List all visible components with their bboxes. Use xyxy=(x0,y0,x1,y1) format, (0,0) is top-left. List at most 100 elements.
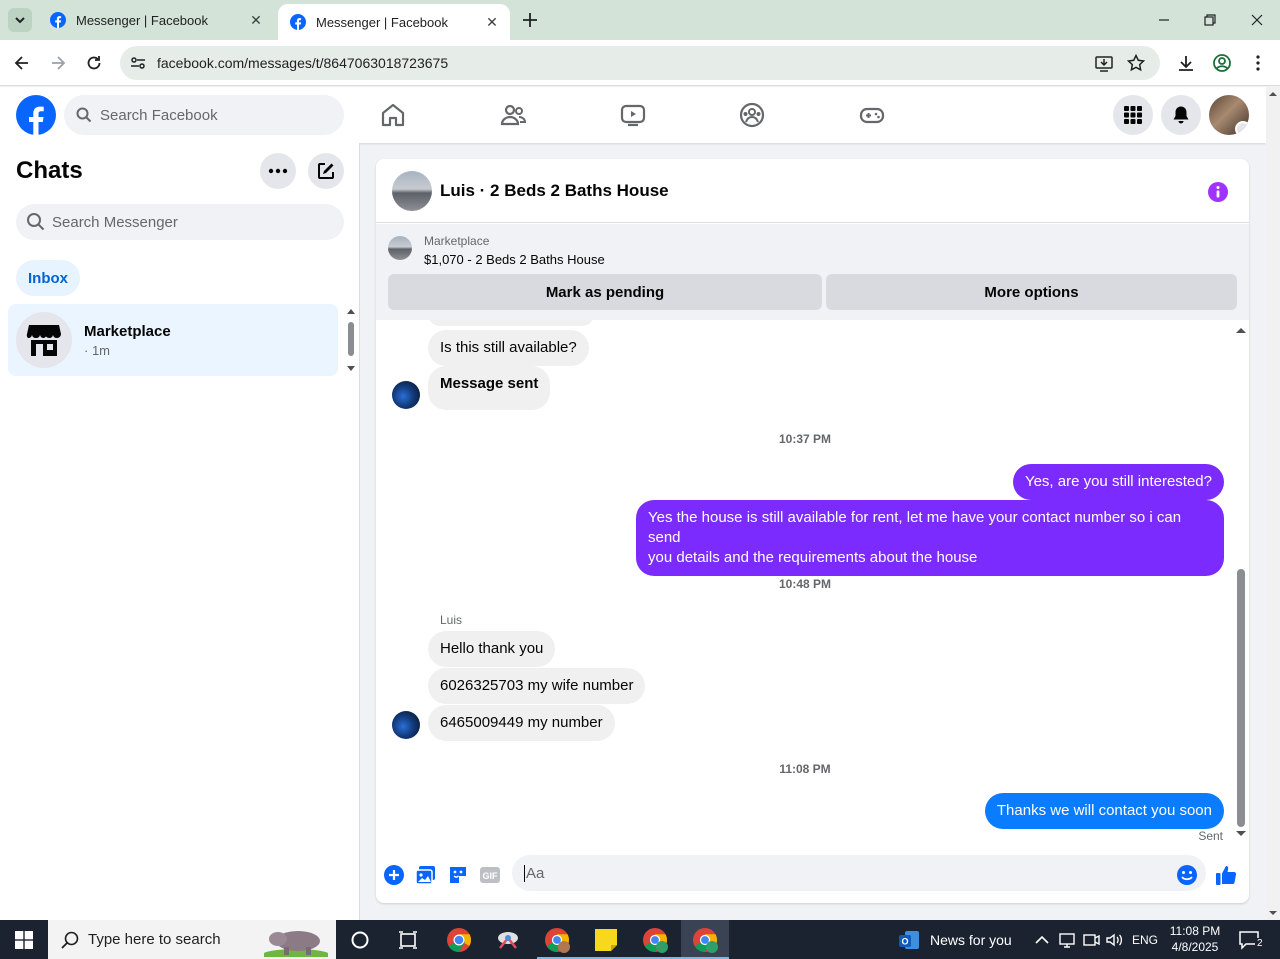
new-message-button[interactable] xyxy=(308,153,344,189)
chat-timestamp: · 1m xyxy=(84,342,110,358)
chat-options-button[interactable] xyxy=(260,153,296,189)
message-thread: Is this still available? Message sent 10… xyxy=(376,320,1249,842)
sticker-icon[interactable] xyxy=(447,864,469,886)
restore-icon[interactable] xyxy=(1200,10,1220,30)
attach-image-icon[interactable] xyxy=(415,864,437,886)
chrome-profile-icon[interactable] xyxy=(543,926,571,954)
menu-grid-button[interactable] xyxy=(1113,95,1153,135)
info-icon[interactable] xyxy=(1207,181,1229,203)
news-widget-label[interactable]: News for you xyxy=(930,932,1012,948)
listing-thumbnail[interactable] xyxy=(388,236,412,260)
meet-now-icon[interactable] xyxy=(1081,930,1101,950)
friends-icon[interactable] xyxy=(499,101,527,129)
gif-icon[interactable]: GIF xyxy=(479,864,501,886)
clock-date: 4/8/2025 xyxy=(1171,940,1219,954)
bookmark-star-icon[interactable] xyxy=(1126,53,1146,73)
system-clock[interactable]: 11:08 PM 4/8/2025 xyxy=(1162,923,1228,955)
start-button[interactable] xyxy=(0,920,48,959)
timestamp: 11:08 PM xyxy=(779,762,831,776)
facebook-top-nav: Search Facebook xyxy=(0,87,1266,143)
more-options-button[interactable]: More options xyxy=(826,274,1237,310)
chrome-icon[interactable] xyxy=(445,926,473,954)
url-text: facebook.com/messages/t/8647063018723675 xyxy=(157,55,449,71)
mark-as-pending-button[interactable]: Mark as pending xyxy=(388,274,822,310)
page-scrollbar[interactable] xyxy=(1266,87,1280,920)
chat-list-item[interactable]: Marketplace · 1m xyxy=(8,304,338,376)
cortana-icon[interactable] xyxy=(346,926,374,954)
grid-icon xyxy=(1124,106,1142,124)
scroll-down-arrow-icon[interactable] xyxy=(1266,908,1280,918)
news-widget-icon[interactable]: O xyxy=(897,928,921,952)
browser-menu-icon[interactable] xyxy=(1248,53,1268,73)
close-window-icon[interactable] xyxy=(1247,10,1267,30)
browser-tab-2[interactable]: Messenger | Facebook ✕ xyxy=(278,4,510,40)
sender-avatar[interactable] xyxy=(392,381,420,409)
search-placeholder: Search Facebook xyxy=(100,106,218,124)
sticky-notes-icon[interactable] xyxy=(592,926,620,954)
tab-title: Messenger | Facebook xyxy=(316,14,448,30)
tab-search-button[interactable] xyxy=(8,8,32,32)
outgoing-message: Thanks we will contact you soon xyxy=(984,793,1224,829)
account-avatar[interactable] xyxy=(1209,95,1249,135)
facebook-favicon-icon xyxy=(290,14,306,30)
download-icon[interactable] xyxy=(1176,53,1196,73)
address-bar[interactable]: facebook.com/messages/t/8647063018723675 xyxy=(120,46,1160,80)
groups-icon[interactable] xyxy=(738,101,766,129)
volume-icon[interactable] xyxy=(1104,930,1124,950)
task-view-icon[interactable] xyxy=(394,926,422,954)
listing-title[interactable]: $1,070 - 2 Beds 2 Baths House xyxy=(424,252,605,267)
conversation-panel: Luis · 2 Beds 2 Baths House Marketplace … xyxy=(376,159,1249,903)
site-settings-icon[interactable] xyxy=(128,53,148,73)
scroll-up-arrow-icon[interactable] xyxy=(1266,89,1280,99)
minimize-icon[interactable] xyxy=(1154,10,1174,30)
messenger-search-input[interactable]: Search Messenger xyxy=(16,204,344,240)
forward-arrow-icon[interactable] xyxy=(48,53,68,73)
search-icon xyxy=(76,107,92,123)
search-icon xyxy=(27,213,45,231)
account-chevron-icon xyxy=(1235,121,1249,135)
install-app-icon[interactable] xyxy=(1094,53,1114,73)
clock-time: 11:08 PM xyxy=(1169,924,1221,938)
taskbar-search-placeholder: Type here to search xyxy=(88,931,221,948)
conversation-title[interactable]: Luis · 2 Beds 2 Baths House xyxy=(440,181,669,201)
incoming-message: 6465009449 my number xyxy=(428,705,615,741)
chrome-profile-2-icon[interactable] xyxy=(641,926,669,954)
profile-icon[interactable] xyxy=(1212,53,1232,73)
network-icon[interactable] xyxy=(1057,930,1077,950)
svg-text:O: O xyxy=(901,937,908,947)
reload-icon[interactable] xyxy=(84,53,104,73)
close-tab-icon[interactable]: ✕ xyxy=(248,12,264,28)
chrome-profile-3-icon[interactable] xyxy=(691,926,719,954)
back-arrow-icon[interactable] xyxy=(12,53,32,73)
like-thumbs-up-icon[interactable] xyxy=(1215,864,1237,886)
video-icon[interactable] xyxy=(619,101,647,129)
close-tab-icon[interactable]: ✕ xyxy=(484,14,500,30)
inbox-filter-tab[interactable]: Inbox xyxy=(16,260,80,296)
emoji-icon[interactable] xyxy=(1176,864,1198,886)
taskbar-search-box[interactable]: Type here to search xyxy=(48,920,336,959)
facebook-search-input[interactable]: Search Facebook xyxy=(64,95,344,135)
thread-scrollbar[interactable] xyxy=(1233,327,1249,841)
message-status: Sent xyxy=(1198,829,1223,842)
message-input-placeholder: Aa xyxy=(524,864,545,882)
language-indicator[interactable]: ENG xyxy=(1132,933,1158,947)
message-bubble-partial xyxy=(428,320,594,326)
gaming-icon[interactable] xyxy=(858,101,886,129)
home-icon[interactable] xyxy=(379,101,407,129)
sender-avatar[interactable] xyxy=(392,711,420,739)
search-placeholder: Search Messenger xyxy=(52,213,178,231)
snipping-tool-icon[interactable] xyxy=(494,926,522,954)
sender-name: Luis xyxy=(440,613,463,627)
contact-avatar[interactable] xyxy=(392,170,432,211)
outgoing-message: Yes the house is still available for ren… xyxy=(636,500,1224,576)
facebook-logo-icon[interactable] xyxy=(16,95,56,135)
browser-tab-1[interactable]: Messenger | Facebook ✕ xyxy=(38,0,274,40)
message-input[interactable]: Aa xyxy=(512,855,1206,891)
plus-circle-icon[interactable] xyxy=(383,864,405,886)
chevron-up-icon[interactable] xyxy=(1032,930,1052,950)
more-dots-icon xyxy=(268,168,288,174)
sidebar-scrollbar[interactable] xyxy=(345,305,357,375)
new-tab-plus-icon[interactable] xyxy=(520,10,540,30)
compose-icon xyxy=(318,163,334,179)
notifications-button[interactable] xyxy=(1161,95,1201,135)
